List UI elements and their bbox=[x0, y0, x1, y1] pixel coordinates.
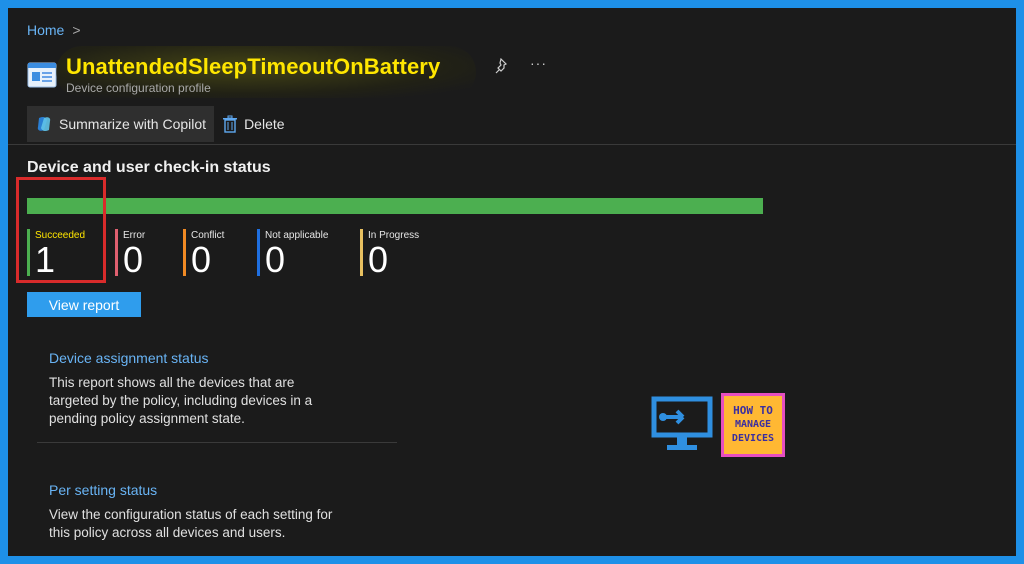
page-title: UnattendedSleepTimeoutOnBattery bbox=[66, 54, 441, 79]
checkin-status-title: Device and user check-in status bbox=[27, 159, 271, 176]
more-options-icon[interactable]: ··· bbox=[530, 55, 547, 71]
breadcrumb: Home > bbox=[27, 22, 81, 38]
toolbar-divider bbox=[8, 144, 1016, 145]
device-profile-icon bbox=[27, 62, 57, 87]
status-color-bar bbox=[360, 229, 363, 276]
title-row: UnattendedSleepTimeoutOnBattery Device c… bbox=[27, 46, 476, 98]
view-report-button[interactable]: View report bbox=[27, 292, 141, 317]
logo-text-box: HOW TO MANAGE DEVICES bbox=[721, 393, 785, 457]
status-count: 0 bbox=[265, 239, 286, 280]
delete-button[interactable]: Delete bbox=[214, 106, 292, 142]
card-divider bbox=[37, 442, 397, 443]
per-setting-link[interactable]: Per setting status bbox=[37, 482, 397, 498]
status-count: 0 bbox=[191, 239, 212, 280]
trash-icon bbox=[223, 115, 238, 133]
how-to-manage-devices-logo: HOW TO MANAGE DEVICES bbox=[651, 393, 785, 457]
title-block: UnattendedSleepTimeoutOnBattery Device c… bbox=[56, 46, 476, 98]
progress-succeeded-fill bbox=[27, 198, 763, 214]
logo-line-2: MANAGE bbox=[734, 419, 772, 430]
per-setting-card[interactable]: Per setting status View the configuratio… bbox=[37, 482, 397, 542]
annotation-highlight-box bbox=[16, 177, 106, 283]
breadcrumb-chevron-icon: > bbox=[72, 22, 81, 38]
breadcrumb-home-link[interactable]: Home bbox=[27, 22, 64, 38]
status-color-bar bbox=[183, 229, 186, 276]
status-color-bar bbox=[115, 229, 118, 276]
per-setting-description: View the configuration status of each se… bbox=[49, 507, 333, 540]
logo-line-3: DEVICES bbox=[731, 433, 775, 444]
device-assignment-link[interactable]: Device assignment status bbox=[37, 350, 397, 366]
summarize-copilot-button[interactable]: Summarize with Copilot bbox=[27, 106, 215, 142]
portal-frame: Home > UnattendedSleepTimeoutOnBattery D… bbox=[8, 8, 1016, 556]
delete-label: Delete bbox=[244, 116, 285, 132]
device-assignment-card[interactable]: Device assignment status This report sho… bbox=[37, 350, 397, 428]
copilot-label: Summarize with Copilot bbox=[59, 116, 207, 132]
page-subtitle: Device configuration profile bbox=[66, 81, 211, 95]
logo-line-1: HOW TO bbox=[733, 404, 773, 417]
monitor-logo-icon bbox=[651, 396, 713, 450]
device-assignment-description: This report shows all the devices that a… bbox=[49, 375, 313, 426]
status-color-bar bbox=[257, 229, 260, 276]
copilot-icon bbox=[37, 116, 51, 132]
toolbar: Summarize with Copilot Delete bbox=[27, 106, 293, 142]
checkin-progress-bar bbox=[27, 198, 763, 214]
pin-icon[interactable] bbox=[495, 58, 511, 74]
status-count: 0 bbox=[368, 239, 389, 280]
status-count: 0 bbox=[123, 239, 144, 280]
